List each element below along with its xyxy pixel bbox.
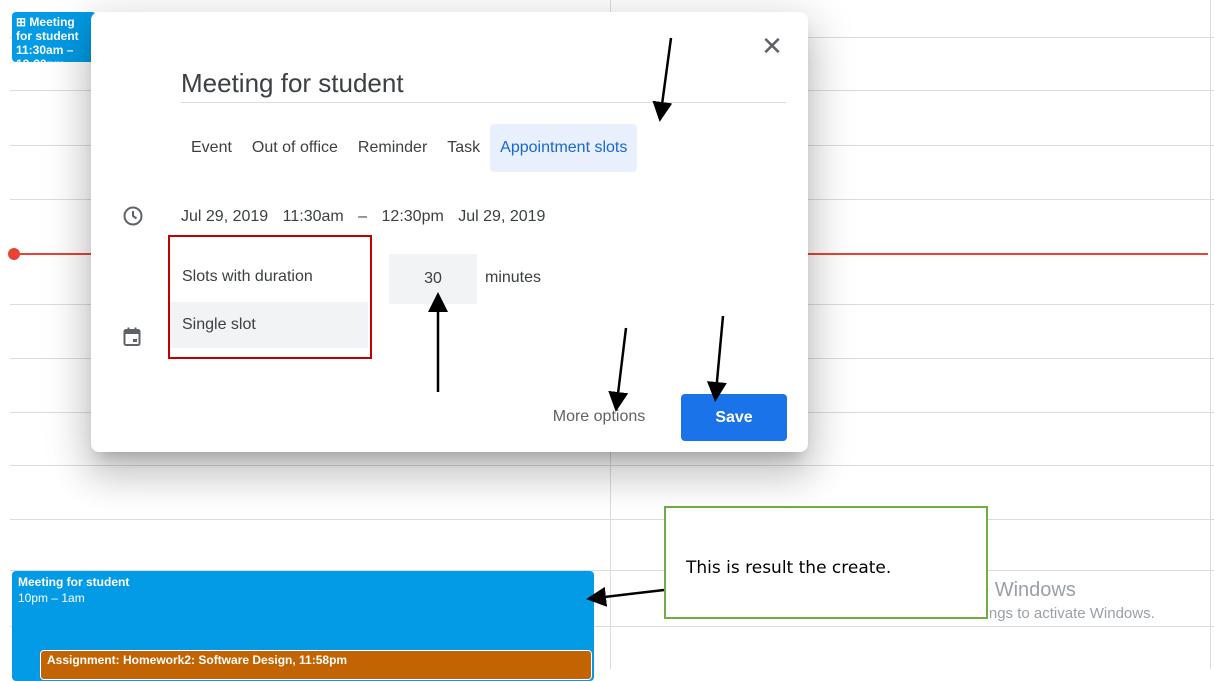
arrow-to-appointment-slots <box>652 37 673 122</box>
arrow-to-more-options <box>608 327 629 412</box>
arrow-to-result-event <box>586 586 665 607</box>
annotation-arrows <box>428 37 727 607</box>
arrow-to-save <box>706 315 727 402</box>
